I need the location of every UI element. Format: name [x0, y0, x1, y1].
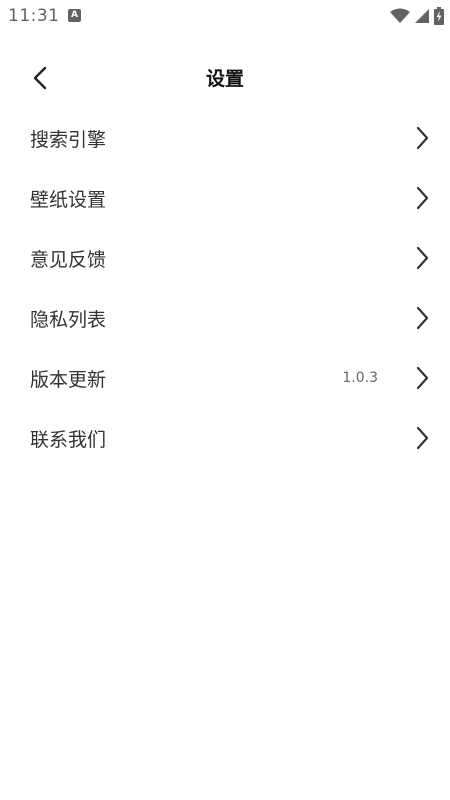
chevron-right-icon — [412, 186, 432, 210]
item-label: 联系我们 — [30, 428, 107, 451]
version-value: 1.0.3 — [342, 370, 378, 386]
settings-item-wallpaper[interactable]: 壁纸设置 — [0, 168, 450, 228]
item-label: 隐私列表 — [30, 308, 107, 331]
cell-signal-icon — [415, 9, 429, 23]
chevron-right-icon — [412, 426, 432, 450]
settings-item-contact-us[interactable]: 联系我们 — [0, 408, 450, 468]
battery-charging-icon — [434, 7, 444, 25]
status-bar: 11:31 A — [0, 0, 450, 32]
chevron-right-icon — [412, 366, 432, 390]
chevron-right-icon — [412, 126, 432, 150]
settings-item-privacy-list[interactable]: 隐私列表 — [0, 288, 450, 348]
settings-list: 搜索引擎 壁纸设置 意见反馈 隐私列表 版本更新 1.0.3 联系我们 — [0, 108, 450, 468]
item-label: 版本更新 — [30, 368, 107, 391]
settings-item-version-update[interactable]: 版本更新 1.0.3 — [0, 348, 450, 408]
status-time: 11:31 — [8, 6, 60, 26]
chevron-right-icon — [412, 306, 432, 330]
status-icons — [390, 6, 444, 26]
notification-icon: A — [68, 9, 81, 22]
item-label: 壁纸设置 — [30, 188, 107, 211]
wifi-icon — [390, 8, 410, 23]
settings-item-search-engine[interactable]: 搜索引擎 — [0, 108, 450, 168]
page-title: 设置 — [205, 68, 244, 90]
item-label: 意见反馈 — [30, 248, 107, 271]
settings-item-feedback[interactable]: 意见反馈 — [0, 228, 450, 288]
item-label: 搜索引擎 — [30, 128, 107, 151]
header: 设置 — [0, 50, 450, 106]
chevron-right-icon — [412, 246, 432, 270]
